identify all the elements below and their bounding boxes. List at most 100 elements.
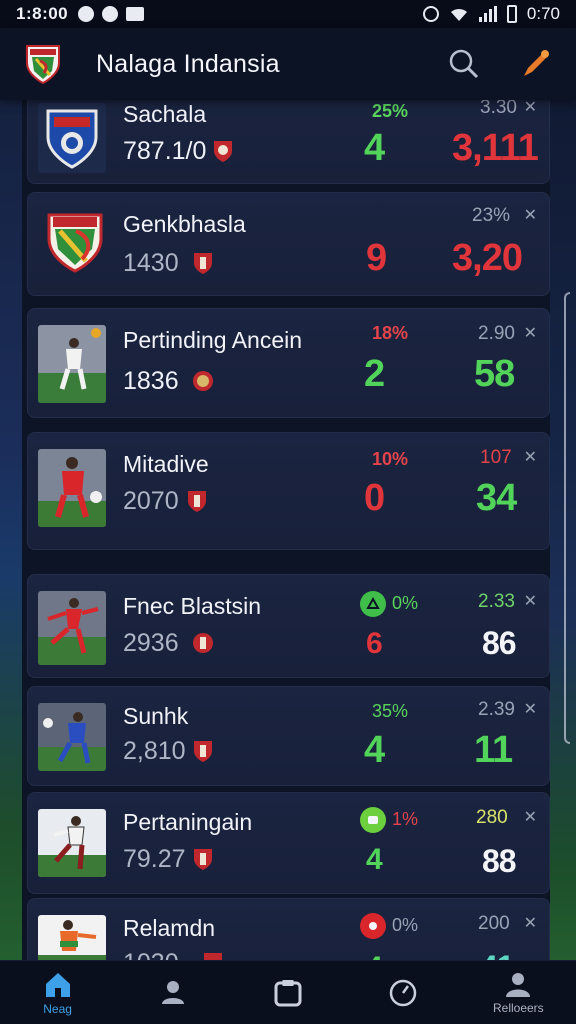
edit-icon[interactable] [520, 48, 552, 80]
score-away: 11 [474, 729, 513, 771]
team-code: 2,810 [123, 737, 186, 765]
match-card[interactable]: Genkbhasla 1430 23% ✕ 9 3,20 [27, 192, 550, 296]
team-code: 79.27 [123, 845, 186, 873]
timer-icon [389, 979, 417, 1006]
edge-swipe-handle[interactable] [564, 292, 570, 744]
match-card[interactable]: Relamdn 1030 0% 200 ✕ 4 41 [27, 898, 550, 960]
nav-label: Relloeers [492, 1000, 544, 1015]
shield-badge-icon [214, 141, 232, 162]
nav-item-user[interactable]: Relloeers [473, 971, 563, 1015]
odds-value: 23% [472, 205, 511, 226]
score-away: 88 [482, 843, 517, 879]
score-home: 4 [366, 843, 383, 876]
odds-value: 2.39 [478, 699, 515, 720]
signal-icon [478, 6, 497, 22]
dismiss-icon[interactable]: ✕ [524, 807, 537, 827]
player-photo [38, 591, 106, 665]
nav-label: Neag [43, 1001, 72, 1016]
team-code: 2070 [123, 487, 179, 515]
score-home: 4 [366, 951, 383, 960]
user-icon [506, 972, 531, 997]
team-crest-image [38, 103, 106, 173]
score-home: 6 [366, 627, 383, 660]
team-code: 787.1/0 [123, 137, 207, 165]
match-card[interactable]: Fnec Blastsin 2936 0% 2.33 ✕ 6 86 [27, 574, 550, 678]
score-away: 3,111 [452, 127, 539, 169]
odds-value: 2.90 [478, 323, 515, 344]
dismiss-icon[interactable]: ✕ [524, 323, 537, 343]
app-header: Nalaga Indansia [0, 28, 576, 100]
battery-level: 0:70 [526, 4, 560, 23]
score-away: 58 [474, 353, 515, 395]
player-photo [38, 703, 106, 771]
page-title: Nalaga Indansia [96, 49, 280, 78]
match-card[interactable]: Pertinding Ancein 1836 18% 2.90 ✕ 2 58 [27, 308, 550, 418]
odds-value: 2.33 [478, 591, 515, 612]
dismiss-icon[interactable]: ✕ [524, 100, 537, 117]
score-home: 2 [364, 353, 386, 395]
club-badge-icon [193, 371, 213, 391]
dismiss-icon[interactable]: ✕ [524, 699, 537, 719]
live-status-icon [360, 591, 386, 617]
player-photo [38, 915, 106, 960]
nav-item-home[interactable]: Neag [13, 970, 103, 1016]
background-left-edge [0, 100, 22, 960]
shield-badge-icon [204, 953, 222, 960]
match-card[interactable]: Pertaningain 79.27 1% 280 ✕ 4 88 [27, 792, 550, 894]
background-right-edge [550, 100, 576, 960]
score-home: 4 [364, 127, 386, 169]
team-name: Relamdn [123, 915, 216, 941]
dismiss-icon[interactable]: ✕ [524, 447, 537, 467]
message-icon [126, 7, 145, 21]
score-away: 41 [480, 949, 515, 960]
score-away: 3,20 [452, 237, 523, 279]
live-status-icon [360, 913, 386, 939]
alarm-icon [422, 6, 439, 22]
team-name: Pertaningain [123, 809, 253, 835]
nav-item-folder[interactable] [243, 978, 333, 1008]
bottom-navigation: Neag Relloeers [0, 960, 576, 1024]
dismiss-icon[interactable]: ✕ [524, 913, 537, 933]
sync-icon [102, 6, 119, 22]
shield-badge-icon [194, 849, 212, 870]
team-crest-image [47, 213, 103, 273]
nav-item-timer[interactable] [358, 977, 448, 1009]
odds-value: 280 [476, 807, 508, 828]
odds-value: 3.30 [480, 100, 517, 118]
match-card[interactable]: Sunhk 2,810 35% 2.39 ✕ 4 11 [27, 686, 550, 786]
nav-item-profile[interactable] [128, 978, 218, 1008]
player-photo [38, 449, 106, 527]
team-code: 1836 [123, 367, 179, 395]
status-bar: 1:8:00 0:70 [0, 0, 576, 28]
odds-value: 200 [478, 913, 510, 934]
profile-icon [161, 980, 184, 1004]
team-code: 1030 [123, 949, 179, 960]
folder-icon [274, 979, 302, 1006]
score-home: 4 [364, 729, 386, 771]
win-percentage: 10% [372, 449, 409, 469]
shield-badge-icon [188, 491, 206, 512]
match-card[interactable]: Mitadive 2070 10% 107 ✕ 0 34 [27, 432, 550, 550]
win-percentage: 18% [372, 323, 409, 343]
win-percentage: 0% [392, 915, 419, 935]
team-name: Pertinding Ancein [123, 327, 303, 353]
team-code: 2936 [123, 629, 179, 657]
win-percentage: 0% [392, 593, 419, 613]
match-card[interactable]: Sachala 787.1/0 25% 3.30 ✕ 4 3,111 [27, 100, 550, 184]
odds-value: 107 [480, 447, 512, 468]
match-list[interactable]: Sachala 787.1/0 25% 3.30 ✕ 4 3,111 Genkb… [27, 100, 550, 960]
search-icon[interactable] [448, 48, 480, 80]
wifi-icon [450, 8, 467, 21]
live-status-icon [360, 807, 386, 833]
score-home: 0 [364, 477, 386, 519]
score-home: 9 [366, 237, 388, 279]
team-name: Genkbhasla [123, 211, 246, 237]
shield-badge-icon [194, 253, 212, 274]
dismiss-icon[interactable]: ✕ [524, 205, 537, 225]
shield-badge-icon [194, 741, 212, 762]
dismiss-icon[interactable]: ✕ [524, 591, 537, 611]
team-name: Fnec Blastsin [123, 593, 262, 619]
home-icon [45, 972, 70, 997]
notification-icon [78, 6, 95, 22]
player-photo [38, 325, 106, 403]
